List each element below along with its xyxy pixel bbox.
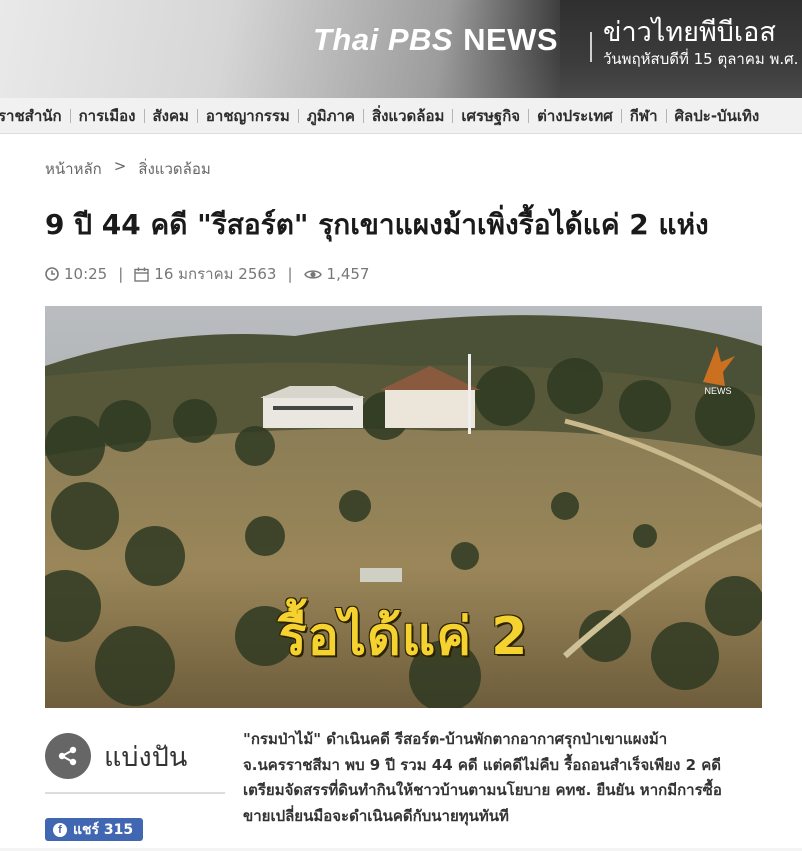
- facebook-icon: f: [53, 822, 67, 837]
- lead-line: เตรียมจัดสรรที่ดินทำกินให้ชาวบ้านตามนโยบ…: [243, 781, 722, 799]
- meta-separator: |: [118, 265, 124, 283]
- lead-line: จ.นครราชสีมา พบ 9 ปี รวม 44 คดี แต่คดีไม…: [243, 755, 722, 774]
- nav-item-society[interactable]: สังคม: [145, 104, 197, 128]
- meta-time: 10:25: [45, 265, 107, 283]
- image-caption: รื้อได้แค่ 2: [278, 607, 529, 667]
- nav-item-world[interactable]: ต่างประเทศ: [529, 104, 621, 128]
- share-icon: [58, 746, 77, 766]
- nav-item-entertainment[interactable]: ศิลปะ-บันเทิง: [667, 104, 768, 128]
- site-header: Thai PBS NEWS ข่าวไทยพีบีเอส วันพฤหัสบดี…: [0, 0, 802, 98]
- breadcrumb-home[interactable]: หน้าหลัก: [45, 157, 102, 181]
- breadcrumb-current[interactable]: สิ่งแวดล้อม: [138, 157, 210, 181]
- article-date: 16 มกราคม 2563: [154, 265, 277, 283]
- nav-item-crime[interactable]: อาชญากรรม: [198, 104, 298, 128]
- lead-line: ขายเปลี่ยนมือจะดำเนินคดีกับนายทุนทันที: [243, 806, 509, 825]
- nav-item-sports[interactable]: กีฬา: [622, 104, 666, 128]
- breadcrumb: หน้าหลัก > สิ่งแวดล้อม: [45, 157, 211, 181]
- article-time: 10:25: [64, 265, 108, 283]
- header-divider: [590, 32, 592, 62]
- clock-icon: [45, 267, 59, 281]
- main-nav: ราชสำนัก การเมือง สังคม อาชญากรรม ภูมิภา…: [0, 98, 802, 134]
- nav-item-economy[interactable]: เศรษฐกิจ: [453, 104, 528, 128]
- watermark-text: NEWS: [704, 386, 732, 396]
- nav-track: ราชสำนัก การเมือง สังคม อาชญากรรม ภูมิภา…: [0, 104, 767, 128]
- meta-date: 16 มกราคม 2563: [134, 262, 276, 286]
- share-widget[interactable]: แบ่งปัน: [45, 733, 187, 779]
- share-label: แบ่งปัน: [104, 741, 188, 773]
- nav-item-politics[interactable]: การเมือง: [71, 104, 144, 128]
- facebook-share-button[interactable]: f แชร์ 315: [45, 818, 144, 841]
- logo-news: NEWS: [463, 22, 559, 57]
- meta-views: 1,457: [303, 265, 370, 283]
- header-date: วันพฤหัสบดีที่ 15 ตุลาคม พ.ศ.: [603, 50, 799, 68]
- breadcrumb-separator: >: [113, 157, 127, 175]
- article-views: 1,457: [326, 265, 370, 283]
- article-meta: 10:25 | 16 มกราคม 2563 | 1,457: [45, 262, 369, 286]
- share-divider: [45, 792, 225, 794]
- nav-item-region[interactable]: ภูมิภาค: [299, 104, 363, 128]
- share-button[interactable]: [45, 733, 91, 779]
- logo-brand: Thai PBS: [313, 22, 454, 57]
- facebook-share-label: แชร์ 315: [73, 821, 134, 838]
- calendar-icon: [134, 267, 149, 282]
- site-logo[interactable]: Thai PBS NEWS: [313, 22, 558, 62]
- article-title: 9 ปี 44 คดี "รีสอร์ต" รุกเขาแผงม้าเพิ่งร…: [45, 208, 709, 241]
- nav-item-environment[interactable]: สิ่งแวดล้อม: [364, 104, 452, 128]
- lead-line: "กรมป่าไม้" ดำเนินคดี รีสอร์ต-บ้านพักตาก…: [243, 730, 668, 748]
- thaipbs-watermark: NEWS: [695, 342, 741, 398]
- article-lead: "กรมป่าไม้" ดำเนินคดี รีสอร์ต-บ้านพักตาก…: [243, 727, 753, 829]
- meta-separator: |: [287, 265, 293, 283]
- eye-icon: [303, 269, 322, 279]
- article-hero-image: NEWS รื้อได้แค่ 2: [45, 306, 762, 708]
- nav-item-royal[interactable]: ราชสำนัก: [0, 104, 70, 128]
